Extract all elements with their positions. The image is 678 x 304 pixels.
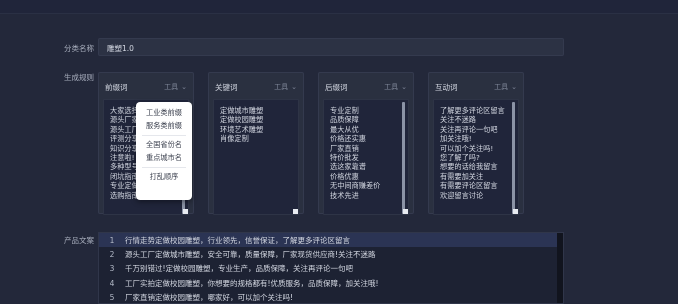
suffix-card: 后缀词 工具 ⌄ 专业定制 品质保障 最大从优 价格还实惠 厂家直销 特价批发 选… <box>318 72 414 215</box>
chevron-down-icon: ⌄ <box>511 83 517 91</box>
menu-divider <box>142 167 186 168</box>
list-item: 无中间商赚差价 <box>330 181 381 191</box>
list-item: 定做城市雕塑 <box>220 106 264 115</box>
keyword-card: 关键词 工具 ⌄ 定做城市雕塑 定做校园雕塑 环境艺术雕塑 肖像定制 <box>208 72 304 215</box>
list-item: 最大从优 <box>330 124 359 134</box>
scrollbar[interactable] <box>557 233 563 303</box>
line-text: 工厂实拍定做校园雕塑，你想要的规格都有!优质服务，品质保障，加关注哦! <box>125 278 379 288</box>
menu-divider <box>142 135 186 136</box>
line-text: 源头工厂定做城市雕塑，安全可靠，质量保障，厂家现货供应商!关注不迷路 <box>125 250 376 260</box>
card-title: 后缀词 <box>325 83 348 92</box>
top-bar <box>0 0 678 14</box>
list-item: 有需要加关注 <box>440 171 484 181</box>
interaction-card: 互动词 工具 ⌄ 了解更多评论区留言 关注不迷路 关注再评论一句吧 加关注哦! 可… <box>428 72 524 215</box>
tools-dropdown-menu: 工业类前缀 服务类前缀 全国省份名 重点城市名 打乱顺序 <box>136 102 192 200</box>
list-item: 选这家靠谱 <box>330 162 366 172</box>
tools-dropdown[interactable]: 工具 ⌄ <box>164 82 187 99</box>
list-item: 厂家直销 <box>330 143 359 153</box>
category-name-label: 分类名称 <box>64 44 94 53</box>
list-item: 环境艺术雕塑 <box>220 124 264 134</box>
list-item: 肖像定制 <box>220 134 249 144</box>
gen-rules-label: 生成规则 <box>64 73 94 82</box>
list-item: 价格优惠 <box>330 171 359 181</box>
resize-handle[interactable] <box>513 209 518 214</box>
line-number: 4 <box>109 278 115 288</box>
interaction-textarea[interactable]: 了解更多评论区留言 关注不迷路 关注再评论一句吧 加关注哦! 可以加个关注吗! … <box>433 99 519 215</box>
list-item: 价格还实惠 <box>330 134 366 144</box>
list-item: 特价批发 <box>330 153 359 163</box>
tools-dropdown[interactable]: 工具 ⌄ <box>384 82 407 99</box>
list-item: 技术先进 <box>330 190 359 200</box>
menu-item-province-names[interactable]: 全国省份名 <box>136 139 192 152</box>
copywriting-label: 产品文案 <box>64 236 94 245</box>
card-title: 前缀词 <box>105 83 128 92</box>
scrollbar[interactable] <box>512 102 515 214</box>
menu-item-shuffle[interactable]: 打乱顺序 <box>136 171 192 184</box>
line-number: 1 <box>109 235 115 245</box>
card-title: 关键词 <box>215 83 238 92</box>
card-title: 互动词 <box>435 83 458 92</box>
list-item: 专业定制 <box>330 106 359 115</box>
editor-line: 4 工厂实拍定做校园雕塑，你想要的规格都有!优质服务，品质保障，加关注哦! <box>99 276 563 290</box>
line-number: 3 <box>109 264 115 274</box>
list-item: 品质保障 <box>330 115 359 125</box>
line-number: 2 <box>109 250 115 260</box>
chevron-down-icon: ⌄ <box>181 83 187 91</box>
list-item: 您了解了吗? <box>440 153 480 163</box>
line-text: 千万别错过!定做校园雕塑，专业生产，品质保障，关注再评论一句吧 <box>125 264 354 274</box>
list-item: 可以加个关注吗! <box>440 143 494 153</box>
menu-item-city-names[interactable]: 重点城市名 <box>136 152 192 165</box>
list-item: 了解更多评论区留言 <box>440 106 505 115</box>
list-item: 想要的话给我留言 <box>440 162 498 172</box>
editor-line: 2 源头工厂定做城市雕塑，安全可靠，质量保障，厂家现货供应商!关注不迷路 <box>99 247 563 261</box>
menu-item-industry-prefix[interactable]: 工业类前缀 <box>136 107 192 120</box>
category-name-input[interactable]: 雕塑1.0 <box>98 38 564 56</box>
editor-line: 5 厂家直销定做校园雕塑，哪家好，可以加个关注吗! <box>99 291 563 303</box>
list-item: 欢迎留言讨论 <box>440 190 484 200</box>
list-item: 关注不迷路 <box>440 115 476 125</box>
chevron-down-icon: ⌄ <box>291 83 297 91</box>
tools-dropdown[interactable]: 工具 ⌄ <box>494 82 517 99</box>
resize-handle[interactable] <box>183 209 188 214</box>
resize-handle[interactable] <box>403 209 408 214</box>
keyword-textarea[interactable]: 定做城市雕塑 定做校园雕塑 环境艺术雕塑 肖像定制 <box>213 99 299 215</box>
line-number: 5 <box>109 293 115 303</box>
line-text: 厂家直销定做校园雕塑，哪家好，可以加个关注吗! <box>125 293 294 303</box>
editor-line: 1 行情走势定做校园雕塑，行业领先，信誉保证，了解更多评论区留言 <box>99 233 563 248</box>
resize-handle[interactable] <box>293 209 298 214</box>
list-item: 有需要评论区留言 <box>440 181 498 191</box>
scrollbar[interactable] <box>402 102 405 214</box>
list-item: 关注再评论一句吧 <box>440 124 498 134</box>
editor-line: 3 千万别错过!定做校园雕塑，专业生产，品质保障，关注再评论一句吧 <box>99 262 563 276</box>
copywriting-editor[interactable]: 1 行情走势定做校园雕塑，行业领先，信誉保证，了解更多评论区留言 2 源头工厂定… <box>98 232 564 304</box>
chevron-down-icon: ⌄ <box>401 83 407 91</box>
list-item: 加关注哦! <box>440 134 472 144</box>
suffix-textarea[interactable]: 专业定制 品质保障 最大从优 价格还实惠 厂家直销 特价批发 选这家靠谱 价格优… <box>323 99 409 215</box>
line-text: 行情走势定做校园雕塑，行业领先，信誉保证，了解更多评论区留言 <box>125 235 350 245</box>
menu-item-service-prefix[interactable]: 服务类前缀 <box>136 120 192 133</box>
tools-dropdown[interactable]: 工具 ⌄ <box>274 82 297 99</box>
list-item: 定做校园雕塑 <box>220 115 264 125</box>
